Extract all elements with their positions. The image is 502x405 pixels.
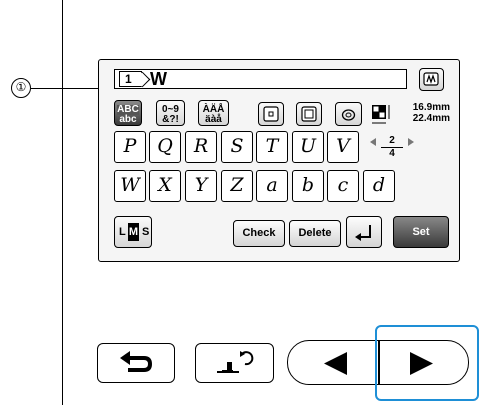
size-option-l: L [119, 226, 126, 238]
presser-foot-rotate-icon [217, 351, 254, 373]
char-key[interactable]: d [363, 170, 395, 202]
char-key[interactable]: S [221, 131, 253, 163]
typed-text: W [150, 69, 167, 89]
page-total: 4 [389, 148, 395, 159]
density-icon [372, 105, 390, 124]
char-key[interactable]: V [327, 131, 359, 163]
callout-number: ① [11, 78, 31, 98]
page-next-icon[interactable] [407, 137, 415, 147]
accented-characters-button[interactable]: ÀÄÅ äàå [198, 100, 229, 126]
page-prev-icon[interactable] [369, 137, 377, 147]
char-key[interactable]: Z [221, 170, 253, 202]
char-key[interactable]: Y [185, 170, 217, 202]
bobbin-wind-icon [423, 72, 439, 86]
char-key[interactable]: c [327, 170, 359, 202]
char-key[interactable]: U [292, 131, 324, 163]
hoop-icon [341, 109, 356, 121]
page-indicator: 2 4 [367, 133, 447, 163]
return-icon [120, 351, 153, 372]
frame-large-icon [263, 106, 279, 122]
new-line-button[interactable] [346, 216, 382, 248]
next-button-highlight [375, 325, 479, 401]
page-current: 2 [381, 135, 403, 148]
size-option-m-selected: M [128, 223, 139, 241]
delete-button[interactable]: Delete [289, 220, 341, 247]
left-arrow-icon[interactable] [318, 350, 352, 377]
char-key[interactable]: T [256, 131, 288, 163]
char-key[interactable]: a [256, 170, 288, 202]
char-type-label-lower: äàå [205, 114, 222, 125]
size-option-s: S [142, 226, 150, 238]
char-key[interactable]: R [185, 131, 217, 163]
numbers-symbols-button[interactable]: 0~9 &?! [156, 100, 185, 126]
size-selector-button[interactable]: L M S [114, 216, 152, 248]
frame-small-icon [301, 106, 317, 122]
uppercase-lowercase-button[interactable]: ABC abc [114, 100, 142, 126]
char-type-label-lower: &?! [162, 114, 179, 125]
back-button[interactable] [97, 343, 175, 383]
char-key[interactable]: b [292, 170, 324, 202]
large-frame-button[interactable] [258, 102, 284, 126]
enter-icon [355, 225, 371, 241]
width-readout: 16.9mm [412, 102, 450, 113]
hoop-button[interactable] [335, 102, 362, 126]
check-button[interactable]: Check [233, 220, 285, 247]
char-key[interactable]: X [149, 170, 181, 202]
char-key[interactable]: Q [149, 131, 181, 163]
char-key[interactable]: W [114, 170, 146, 202]
char-type-label-lower: abc [119, 114, 137, 125]
margin-line [62, 0, 63, 405]
small-frame-button[interactable] [296, 102, 322, 126]
set-button[interactable]: Set [393, 216, 449, 248]
line-number-badge: 1 [119, 71, 142, 87]
char-key[interactable]: P [114, 131, 146, 163]
presser-foot-lifter-button[interactable] [195, 343, 274, 383]
height-readout: 22.4mm [412, 113, 450, 124]
bobbin-wind-button[interactable] [419, 68, 444, 91]
